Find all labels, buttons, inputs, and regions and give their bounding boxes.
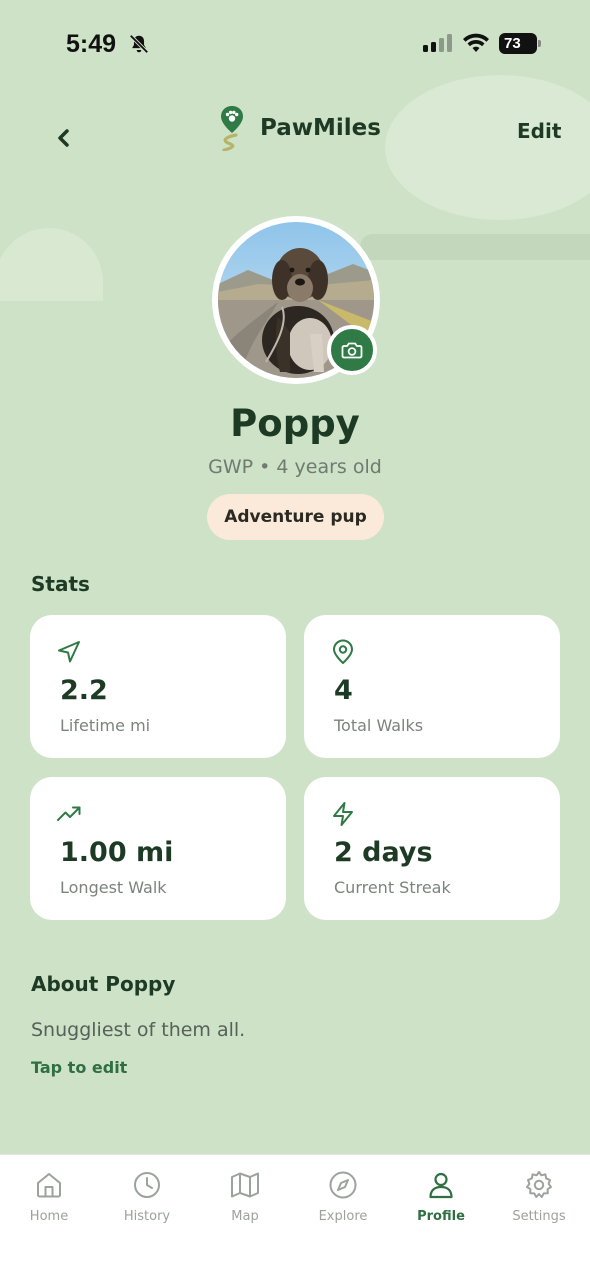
status-bar: 5:49 73	[0, 0, 590, 80]
pawmiles-logo-icon	[221, 106, 243, 151]
tab-home[interactable]: Home	[0, 1169, 98, 1224]
tab-label: History	[123, 1209, 171, 1224]
stat-label: Longest Walk	[60, 878, 167, 897]
wifi-icon	[463, 33, 489, 52]
camera-icon	[341, 342, 363, 359]
clock-icon	[134, 1172, 160, 1198]
tab-label: Explore	[318, 1209, 368, 1224]
pet-breed-age: GWP • 4 years old	[208, 456, 382, 478]
tab-label: Map	[231, 1209, 259, 1224]
tab-history[interactable]: History	[98, 1169, 196, 1224]
background-decoration	[0, 228, 103, 301]
brand-name: PawMiles	[260, 115, 381, 141]
status-time: 5:49	[66, 30, 117, 58]
about-heading: About Poppy	[31, 972, 176, 996]
tap-to-edit-link[interactable]: Tap to edit	[31, 1058, 127, 1077]
battery-icon: 73	[499, 33, 541, 54]
bell-muted-icon	[129, 34, 149, 54]
background-decoration	[360, 234, 590, 260]
stat-label: Current Streak	[334, 878, 451, 897]
stat-value: 2.2	[60, 675, 108, 706]
tab-label: Profile	[417, 1209, 465, 1224]
user-icon	[429, 1172, 453, 1199]
tab-label: Home	[29, 1209, 69, 1224]
about-text[interactable]: Snuggliest of them all.	[31, 1019, 245, 1041]
stat-card-current-streak: 2 days Current Streak	[304, 777, 560, 920]
stat-card-total-walks: 4 Total Walks	[304, 615, 560, 758]
pet-name: Poppy	[230, 402, 360, 445]
back-chevron-icon[interactable]	[54, 126, 74, 150]
change-photo-button[interactable]	[327, 325, 377, 375]
trending-up-icon	[57, 806, 81, 821]
battery-level: 73	[504, 35, 521, 52]
map-icon	[231, 1172, 259, 1198]
tab-label: Settings	[512, 1209, 566, 1224]
gear-icon	[526, 1171, 552, 1198]
home-icon	[37, 1173, 61, 1198]
stat-card-longest-walk: 1.00 mi Longest Walk	[30, 777, 286, 920]
stat-value: 4	[334, 675, 353, 706]
map-pin-icon	[333, 639, 353, 664]
cellular-signal-icon	[423, 34, 452, 52]
brand: PawMiles	[218, 105, 381, 151]
stat-label: Total Walks	[334, 716, 424, 735]
stat-value: 1.00 mi	[60, 837, 174, 868]
tab-bar: Home History Map Explore Profile Setting…	[0, 1154, 590, 1280]
lightning-bolt-icon	[333, 802, 353, 826]
tab-profile[interactable]: Profile	[392, 1169, 490, 1224]
tab-map[interactable]: Map	[196, 1169, 294, 1224]
stat-label: Lifetime mi	[60, 716, 151, 735]
edit-button[interactable]: Edit	[517, 119, 561, 143]
compass-icon	[329, 1171, 357, 1199]
navigation-arrow-icon	[58, 641, 80, 663]
personality-badge: Adventure pup	[207, 494, 384, 540]
stats-heading: Stats	[31, 572, 90, 596]
background-decoration	[385, 75, 590, 220]
stat-card-lifetime-miles: 2.2 Lifetime mi	[30, 615, 286, 758]
tab-settings[interactable]: Settings	[490, 1169, 588, 1224]
stat-value: 2 days	[334, 837, 433, 868]
tab-explore[interactable]: Explore	[294, 1169, 392, 1224]
